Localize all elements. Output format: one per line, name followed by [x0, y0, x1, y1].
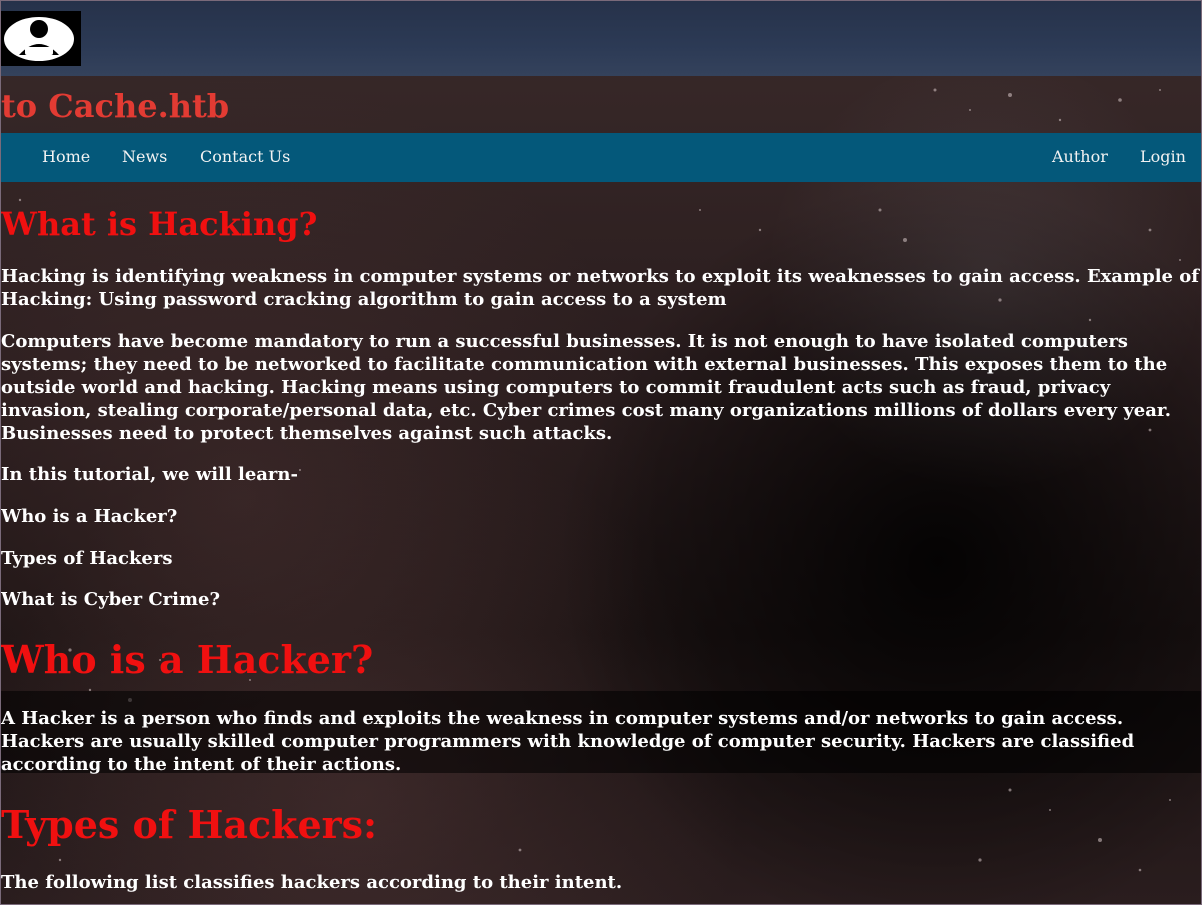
heading-what-is-hacking: What is Hacking?: [1, 205, 318, 243]
paragraph-hacking-definition: Hacking is identifying weakness in compu…: [1, 266, 1199, 310]
hacker-logo-icon[interactable]: [1, 11, 81, 66]
list-item-types-of-hackers: Types of Hackers: [1, 548, 173, 569]
nav-login-link[interactable]: Login: [1140, 147, 1186, 167]
main-navbar: Home News Contact Us Author Login: [1, 133, 1201, 182]
list-item-cyber-crime: What is Cyber Crime?: [1, 589, 221, 610]
nav-news-link[interactable]: News: [122, 147, 167, 167]
list-item-who-is-hacker: Who is a Hacker?: [1, 506, 178, 527]
site-title: to Cache.htb: [1, 87, 230, 125]
nav-author-link[interactable]: Author: [1052, 147, 1108, 167]
nav-home-link[interactable]: Home: [42, 147, 90, 167]
heading-who-is-hacker: Who is a Hacker?: [1, 637, 374, 682]
paragraph-hacker-classification: The following list classifies hackers ac…: [1, 872, 623, 893]
top-banner: [1, 1, 1201, 76]
nav-contact-us-link[interactable]: Contact Us: [200, 147, 290, 167]
heading-types-of-hackers: Types of Hackers:: [1, 802, 378, 847]
paragraph-computers-businesses: Computers have become mandatory to run a…: [1, 331, 1171, 444]
paragraph-hacker-definition: A Hacker is a person who finds and explo…: [1, 708, 1135, 775]
paragraph-tutorial-intro: In this tutorial, we will learn-: [1, 464, 298, 485]
